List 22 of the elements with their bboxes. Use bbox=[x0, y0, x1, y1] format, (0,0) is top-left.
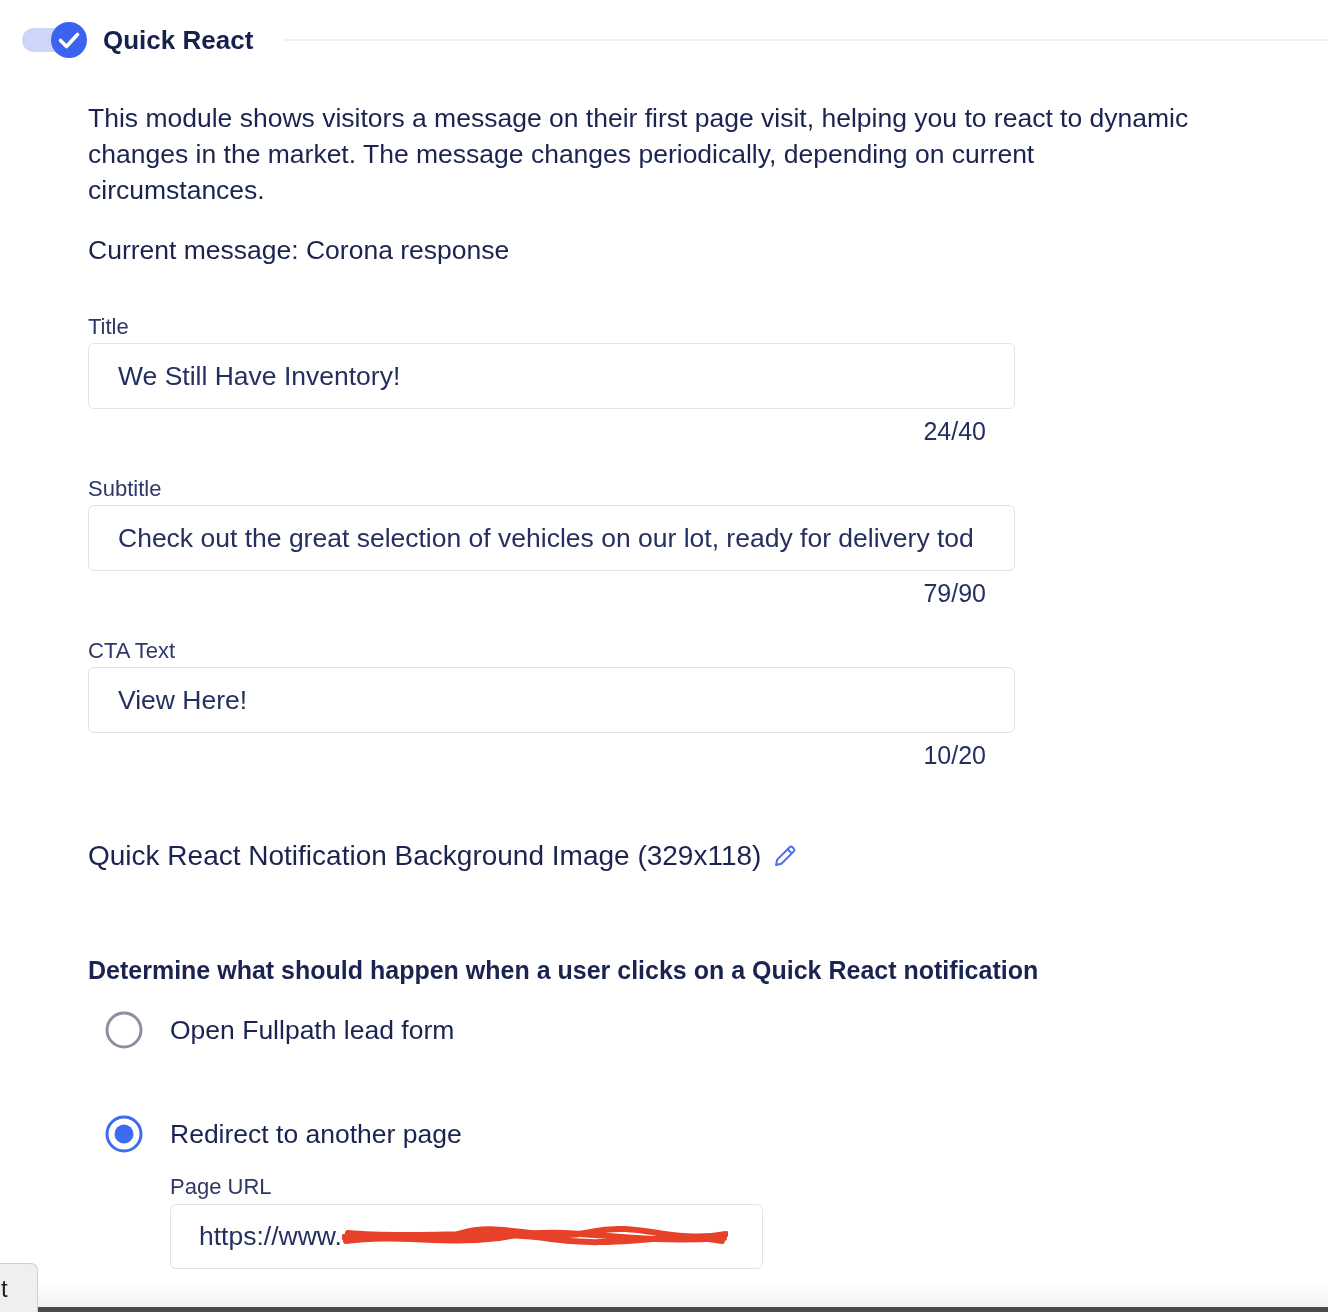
radio-option[interactable]: Open Fullpath lead form bbox=[105, 1010, 455, 1050]
character-counter: 10/20 bbox=[923, 743, 986, 767]
radio-option[interactable]: Redirect to another page bbox=[105, 1114, 462, 1154]
description-text: This module shows visitors a message on their first page visit, helping you to react to dynamic changes in the market. The message changes periodically, depending on current circumstances. bbox=[88, 102, 1190, 207]
url-input[interactable]: https://www. bbox=[170, 1204, 763, 1269]
radio-icon[interactable] bbox=[105, 1115, 143, 1153]
pencil-icon[interactable] bbox=[773, 844, 798, 868]
character-counter: 79/90 bbox=[923, 581, 986, 605]
background-image-label: Quick React Notification Background Image (329x118) bbox=[88, 840, 762, 872]
field-label: CTA Text bbox=[88, 639, 176, 663]
field-label: Subtitle bbox=[88, 477, 162, 501]
current-message-text: Current message: Corona response bbox=[88, 234, 510, 267]
radio-icon[interactable] bbox=[105, 1011, 143, 1049]
section-title: Quick React bbox=[103, 24, 254, 56]
text-input[interactable]: Check out the great selection of vehicles on our lot, ready for delivery tod bbox=[88, 505, 1015, 571]
text-input[interactable]: View Here! bbox=[88, 667, 1015, 733]
bottom-tab[interactable]: t bbox=[0, 1263, 38, 1312]
click-action-prompt: Determine what should happen when a user clicks on a Quick React notification bbox=[88, 955, 1039, 986]
field-label: Page URL bbox=[170, 1175, 272, 1199]
field-label: Title bbox=[88, 315, 129, 339]
character-counter: 24/40 bbox=[923, 419, 986, 443]
text-input[interactable]: We Still Have Inventory! bbox=[88, 343, 1015, 409]
